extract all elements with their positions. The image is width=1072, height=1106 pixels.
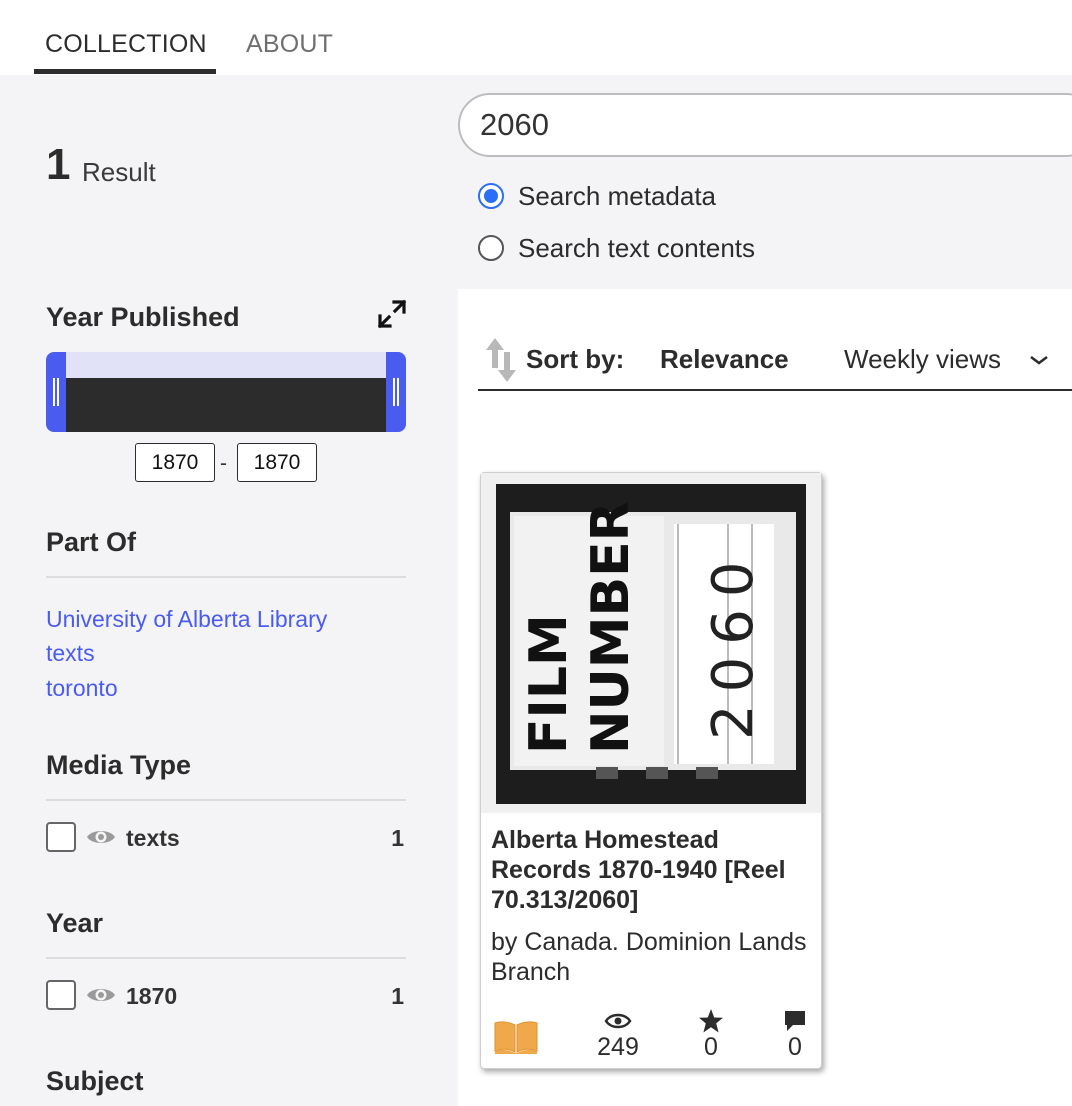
facet-count: 1 — [391, 825, 404, 851]
facet-count: 1 — [391, 983, 404, 1009]
radio-button[interactable] — [478, 183, 504, 209]
radio-search-metadata[interactable]: Search metadata — [478, 180, 758, 212]
result-count: 1 — [46, 140, 71, 189]
eye-icon[interactable] — [86, 984, 116, 1006]
facet-title-year: Year — [46, 908, 104, 938]
star-icon — [699, 1009, 723, 1033]
thumbnail-text-line1: FILM — [519, 614, 579, 754]
sort-direction-icon[interactable] — [486, 338, 516, 382]
facet-row-texts: texts 1 — [46, 822, 406, 854]
sort-option-weekly-views[interactable]: Weekly views — [844, 344, 1001, 375]
year-range-separator: - — [220, 452, 227, 475]
part-of-link-university-of-alberta-library[interactable]: University of Alberta Library — [46, 606, 327, 633]
item-thumbnail[interactable]: FILM NUMBER 2060 — [496, 484, 806, 804]
reviews-count: 0 — [788, 1033, 802, 1061]
sort-bar-divider — [478, 389, 1072, 391]
thumbnail-frame: FILM NUMBER 2060 — [481, 473, 821, 813]
item-stats: 249 0 0 — [481, 1007, 821, 1067]
eye-icon[interactable] — [86, 826, 116, 848]
facet-checkbox[interactable] — [46, 980, 76, 1010]
range-handle-end[interactable] — [386, 352, 406, 432]
facet-title-part-of: Part Of — [46, 527, 137, 557]
book-icon — [494, 1021, 538, 1054]
grip-icon — [53, 378, 59, 406]
facet-label: 1870 — [126, 983, 178, 1009]
result-label: Result — [82, 157, 156, 187]
thumbnail-text-line3: 2060 — [701, 549, 766, 740]
tab-bar: COLLECTION ABOUT — [0, 0, 1072, 75]
year-to-input[interactable] — [237, 443, 317, 482]
divider — [46, 957, 406, 959]
reviews-stat: 0 — [765, 1007, 825, 1061]
radio-label: Search metadata — [518, 181, 717, 211]
item-creator: by Canada. Dominion Lands Branch — [491, 928, 807, 986]
grip-icon — [393, 378, 399, 406]
chevron-down-icon[interactable] — [1028, 350, 1050, 368]
active-tab-indicator — [34, 69, 216, 74]
facet-checkbox[interactable] — [46, 822, 76, 852]
expand-icon[interactable] — [376, 298, 408, 330]
divider — [46, 576, 406, 578]
sort-label: Sort by: — [526, 344, 625, 374]
year-from-input[interactable] — [135, 443, 215, 482]
views-count: 249 — [597, 1033, 639, 1061]
facet-row-1870: 1870 1 — [46, 980, 406, 1012]
item-title[interactable]: Alberta Homestead Records 1870-1940 [Ree… — [491, 825, 811, 915]
histogram-bar — [66, 378, 386, 432]
result-card[interactable]: FILM NUMBER 2060 Alberta Homestead Recor… — [480, 472, 822, 1069]
favorites-count: 0 — [704, 1033, 718, 1061]
facet-title-year-published: Year Published — [46, 302, 240, 332]
part-of-link-texts[interactable]: texts — [46, 640, 95, 667]
thumbnail-image: FILM NUMBER 2060 — [496, 484, 806, 804]
thumbnail-text-line2: NUMBER — [581, 501, 641, 754]
part-of-link-toronto[interactable]: toronto — [46, 675, 118, 702]
views-stat: 249 — [588, 1007, 648, 1061]
radio-label: Search text contents — [518, 233, 756, 263]
range-handle-start[interactable] — [46, 352, 66, 432]
year-histogram — [46, 352, 406, 432]
tab-collection[interactable]: COLLECTION — [45, 30, 207, 59]
tab-about[interactable]: ABOUT — [246, 30, 333, 59]
facet-sidebar — [0, 75, 458, 1106]
facet-title-subject: Subject — [46, 1066, 144, 1096]
sort-option-relevance[interactable]: Relevance — [660, 344, 789, 375]
eye-icon — [604, 1013, 632, 1029]
radio-button[interactable] — [478, 235, 504, 261]
facet-title-media-type: Media Type — [46, 750, 192, 780]
favorites-stat: 0 — [681, 1007, 741, 1061]
comment-icon — [785, 1011, 805, 1031]
divider — [46, 799, 406, 801]
search-input[interactable] — [458, 93, 1072, 157]
radio-search-text-contents[interactable]: Search text contents — [478, 232, 798, 264]
facet-label: texts — [126, 825, 180, 851]
